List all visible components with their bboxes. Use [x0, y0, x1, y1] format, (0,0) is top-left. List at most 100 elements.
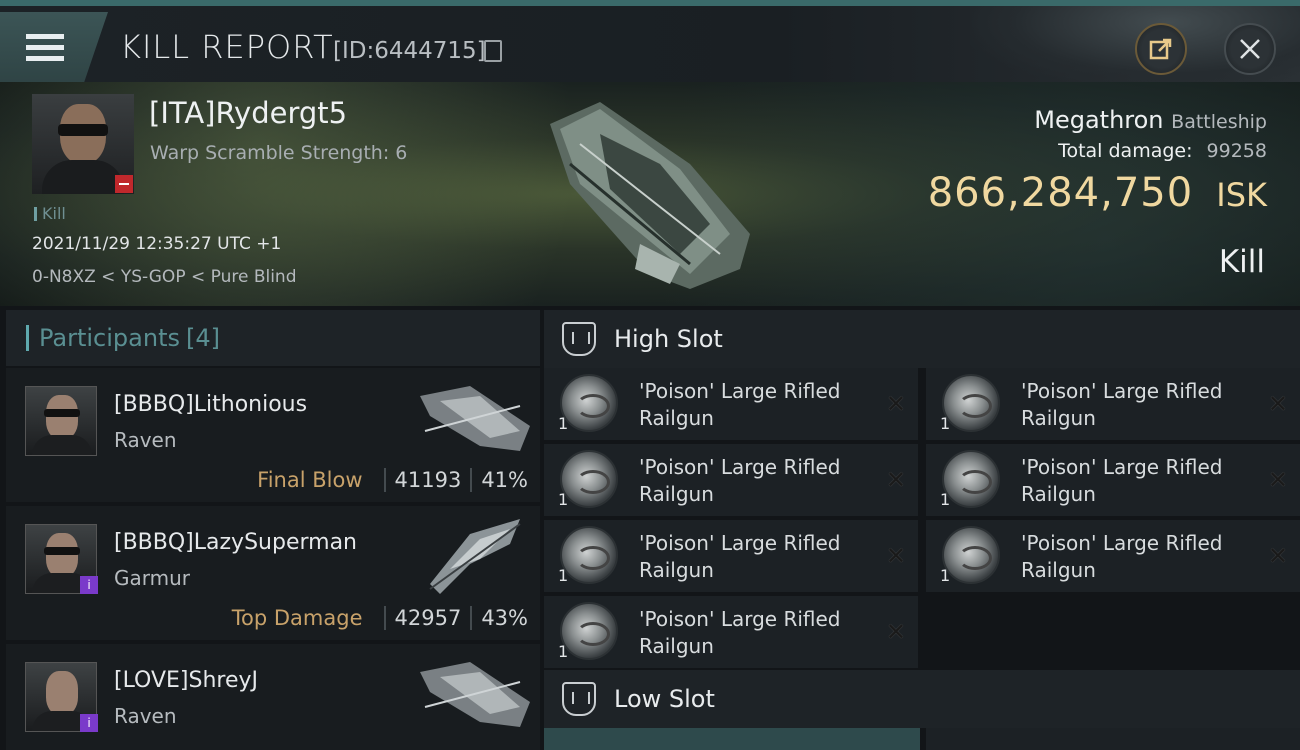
module-quantity: 1 — [558, 490, 569, 509]
isk-unit: ISK — [1216, 176, 1267, 214]
railgun-icon — [560, 374, 618, 432]
participant-stats: Top Damage 42957 43% — [232, 606, 528, 630]
participant-portrait[interactable] — [25, 386, 97, 456]
megathron-ship-image — [550, 102, 750, 289]
module-item[interactable]: 1 'Poison' Large Rifled Railgun ✕ — [544, 444, 918, 516]
module-quantity: 1 — [940, 566, 951, 585]
share-icon — [1149, 38, 1172, 60]
high-slot-label: High Slot — [614, 325, 723, 353]
module-quantity: 1 — [558, 642, 569, 661]
participant-row[interactable]: [BBBQ]Lithonious Raven Final Blow 41193 … — [6, 368, 540, 502]
participants-panel: Participants [4] [BBBQ]Lithonious Raven … — [6, 310, 540, 750]
hamburger-icon — [26, 34, 64, 64]
total-damage-label: Total damage: — [1058, 140, 1193, 162]
low-slot-icon — [562, 682, 596, 716]
warp-scramble-strength: Warp Scramble Strength: 6 — [150, 142, 408, 164]
destroyed-icon: ✕ — [885, 390, 906, 418]
garmur-ship-image — [429, 519, 521, 594]
participant-name: [LOVE]ShreyJ — [114, 668, 259, 693]
module-quantity: 1 — [558, 414, 569, 433]
victim-name[interactable]: [ITA]Rydergt5 — [149, 96, 347, 130]
participant-name: [BBBQ]LazySuperman — [114, 530, 357, 555]
module-name: 'Poison' Large Rifled Railgun — [1021, 379, 1223, 430]
report-id: [ID:6444715] — [333, 38, 486, 64]
module-name: 'Poison' Large Rifled Railgun — [639, 531, 841, 582]
railgun-icon — [942, 526, 1000, 584]
destroyed-icon: ✕ — [1267, 390, 1288, 418]
module-name: 'Poison' Large Rifled Railgun — [639, 607, 841, 658]
participant-row[interactable]: i [BBBQ]LazySuperman Garmur Top Damage 4… — [6, 506, 540, 640]
module-name: 'Poison' Large Rifled Railgun — [639, 455, 841, 506]
raven-ship-image — [420, 662, 530, 727]
kill-tag: Kill — [34, 204, 66, 223]
ship-class: Battleship — [1171, 111, 1267, 133]
module-name: 'Poison' Large Rifled Railgun — [1021, 455, 1223, 506]
page-title: KILL REPORT — [120, 28, 334, 66]
participants-label: Participants — [39, 324, 180, 352]
railgun-icon — [560, 450, 618, 508]
module-item[interactable]: 1 'Poison' Large Rifled Railgun ✕ — [926, 368, 1300, 440]
high-slot-icon — [562, 322, 596, 356]
participant-percent: 43% — [481, 606, 528, 630]
kill-datetime: 2021/11/29 12:35:27 UTC +1 — [32, 234, 282, 254]
destroyed-icon: ✕ — [885, 542, 906, 570]
ship-type[interactable]: Megathron Battleship — [1034, 106, 1267, 134]
destroyed-icon: ✕ — [1267, 466, 1288, 494]
module-item[interactable]: 1 'Poison' Large Rifled Railgun ✕ — [926, 444, 1300, 516]
module-item[interactable]: 1 'Poison' Large Rifled Railgun ✕ — [544, 520, 918, 592]
close-button[interactable] — [1224, 23, 1276, 75]
module-item[interactable] — [544, 728, 920, 750]
isk-amount: 866,284,750 — [927, 170, 1194, 216]
railgun-icon — [560, 602, 618, 660]
kill-location[interactable]: 0-N8XZ < YS-GOP < Pure Blind — [32, 267, 297, 287]
railgun-icon — [942, 374, 1000, 432]
module-item[interactable]: 1 'Poison' Large Rifled Railgun ✕ — [926, 520, 1300, 592]
low-slot-header: Low Slot — [544, 670, 1300, 728]
participant-damage: 41193 — [394, 468, 462, 492]
result-label: Kill — [1218, 244, 1265, 280]
participants-header: Participants [4] — [6, 310, 540, 366]
destroyed-icon: ✕ — [885, 466, 906, 494]
participant-row[interactable]: i [LOVE]ShreyJ Raven — [6, 644, 540, 750]
module-name: 'Poison' Large Rifled Railgun — [1021, 531, 1223, 582]
module-name: 'Poison' Large Rifled Railgun — [639, 379, 841, 430]
participant-name: [BBBQ]Lithonious — [114, 392, 308, 417]
menu-button[interactable] — [0, 12, 108, 82]
module-quantity: 1 — [940, 490, 951, 509]
module-quantity: 1 — [940, 414, 951, 433]
participant-ship: Garmur — [114, 566, 191, 590]
isk-value: 866,284,750 ISK — [928, 170, 1267, 216]
info-badge-icon: i — [80, 714, 98, 732]
total-damage-value: 99258 — [1206, 140, 1267, 162]
module-item[interactable]: 1 'Poison' Large Rifled Railgun ✕ — [544, 596, 918, 668]
low-slot-label: Low Slot — [614, 685, 715, 713]
participant-ship: Raven — [114, 704, 177, 728]
participant-percent: 41% — [481, 468, 528, 492]
ship-name: Megathron — [1034, 106, 1164, 134]
module-item[interactable] — [926, 728, 1300, 750]
railgun-icon — [942, 450, 1000, 508]
participant-damage: 42957 — [394, 606, 462, 630]
victim-summary: [ITA]Rydergt5 Warp Scramble Strength: 6 … — [0, 82, 1300, 306]
high-slot-header: High Slot — [544, 310, 1300, 368]
participants-count: [4] — [185, 324, 220, 352]
module-quantity: 1 — [558, 566, 569, 585]
top-damage-tag: Top Damage — [231, 606, 363, 630]
destroyed-icon: ✕ — [885, 618, 906, 646]
destroyed-icon: ✕ — [1267, 542, 1288, 570]
module-item[interactable]: 1 'Poison' Large Rifled Railgun ✕ — [544, 368, 918, 440]
participant-ship: Raven — [114, 428, 177, 452]
raven-ship-image — [420, 386, 530, 451]
total-damage: Total damage: 99258 — [1058, 140, 1267, 162]
copy-icon[interactable] — [484, 40, 502, 62]
share-button[interactable] — [1135, 23, 1187, 75]
close-icon — [1240, 39, 1260, 59]
railgun-icon — [560, 526, 618, 584]
standing-badge — [115, 175, 133, 193]
high-slot-modules: 1 'Poison' Large Rifled Railgun ✕ 1 'Poi… — [544, 368, 1300, 670]
participant-stats: Final Blow 41193 41% — [257, 468, 528, 492]
final-blow-tag: Final Blow — [257, 468, 363, 492]
info-badge-icon: i — [80, 576, 98, 594]
header-bar: KILL REPORT [ID:6444715] — [0, 0, 1300, 88]
fitting-panel: High Slot 1 'Poison' Large Rifled Railgu… — [544, 310, 1300, 750]
